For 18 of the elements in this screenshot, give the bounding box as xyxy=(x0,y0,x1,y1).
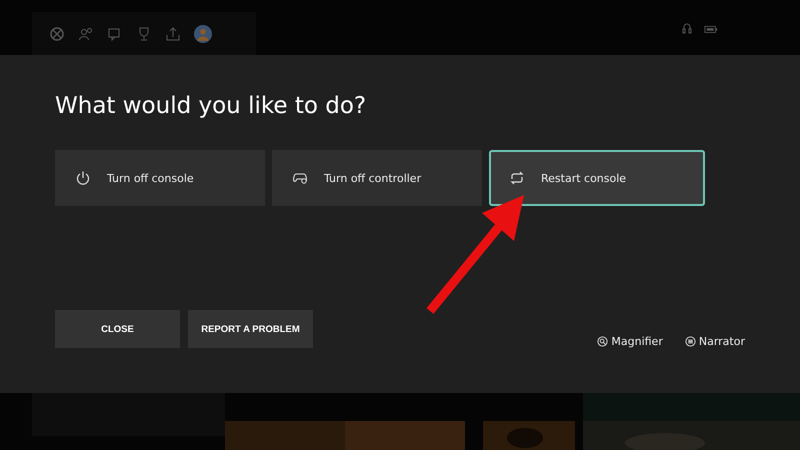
avatar-icon[interactable] xyxy=(194,24,212,42)
people-icon[interactable] xyxy=(78,26,94,42)
dialog-title: What would you like to do? xyxy=(55,92,368,120)
restart-icon xyxy=(509,170,525,186)
accessibility-link[interactable]: Narrator xyxy=(684,335,745,348)
battery-icon xyxy=(704,23,718,35)
accessibility-link[interactable]: Magnifier xyxy=(597,335,663,348)
option-tile[interactable]: Restart console xyxy=(489,150,705,206)
narrator-icon xyxy=(684,336,696,347)
dialog-button[interactable]: REPORT A PROBLEM xyxy=(188,310,313,348)
magnifier-icon xyxy=(597,336,608,347)
power-icon xyxy=(75,170,91,186)
xbox-icon[interactable] xyxy=(49,26,65,42)
option-tile[interactable]: Turn off controller xyxy=(272,150,482,206)
share-icon[interactable] xyxy=(165,26,181,42)
headset-icon xyxy=(680,23,694,35)
dialog-button[interactable]: CLOSE xyxy=(55,310,180,348)
option-tile[interactable]: Turn off console xyxy=(55,150,265,206)
